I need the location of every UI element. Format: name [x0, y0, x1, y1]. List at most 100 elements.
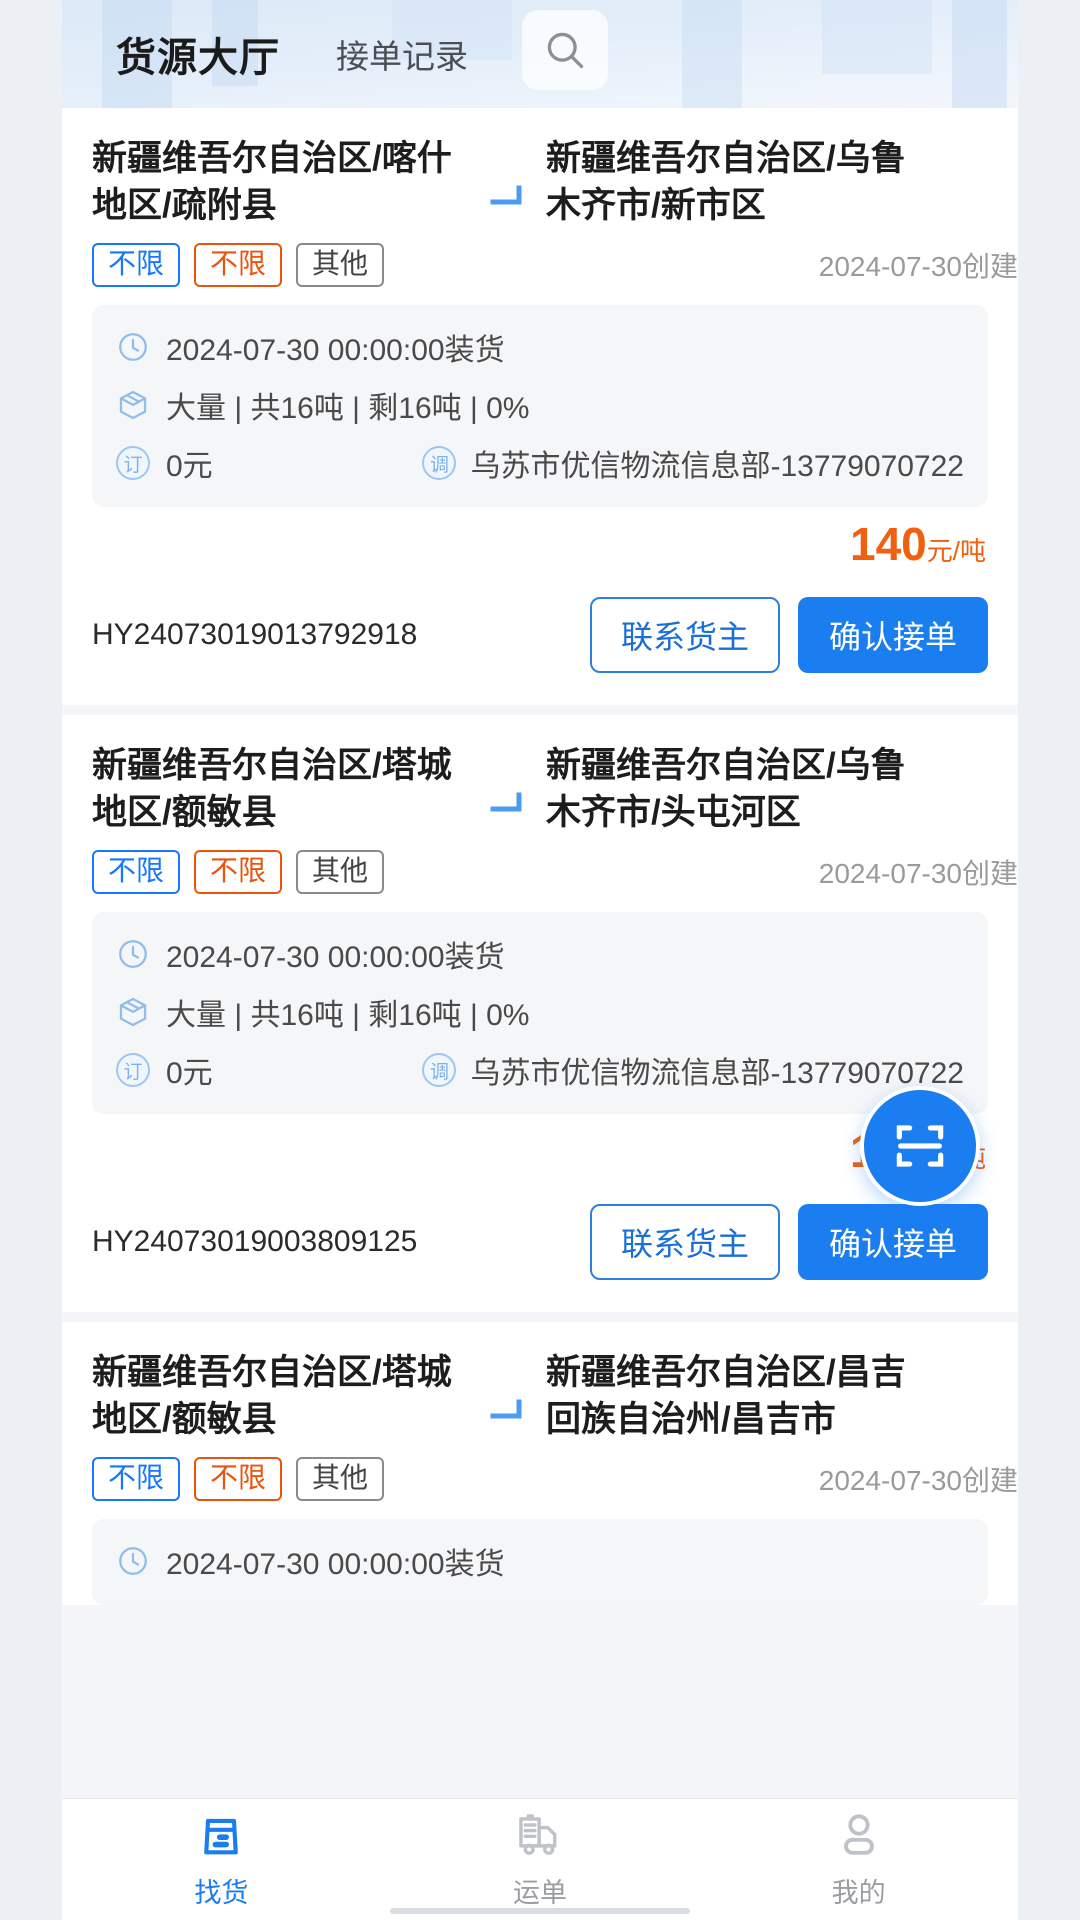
arrow-right-icon — [490, 185, 522, 205]
tag-row: 不限 不限 其他 2024-07-30创建 — [92, 243, 1018, 288]
cargo-card[interactable]: 新疆维吾尔自治区/塔城地区/额敏县 新疆维吾尔自治区/乌鲁木齐市/头屯河区 不限… — [62, 715, 1018, 1313]
dispatcher-icon: 调 — [422, 1053, 457, 1088]
action-row: HY24073019003809125 联系货主 确认接单 — [92, 1192, 988, 1312]
tab-mine-label: 我的 — [831, 1878, 886, 1908]
tab-find-cargo-label: 找货 — [194, 1878, 249, 1908]
load-time-line: 2024-07-30 00:00:00装货 — [116, 932, 964, 976]
load-time-text: 2024-07-30 00:00:00装货 — [166, 334, 505, 368]
tab-find-cargo[interactable]: 找货 — [62, 1809, 381, 1910]
arrow-right-icon — [490, 792, 522, 812]
user-icon — [843, 1814, 874, 1855]
route: 新疆维吾尔自治区/塔城地区/额敏县 新疆维吾尔自治区/乌鲁木齐市/头屯河区 — [92, 743, 988, 836]
cargo-info-box: 2024-07-30 00:00:00装货 大量 | 共16吨 | 剩16吨 |… — [92, 305, 988, 508]
search-icon — [547, 32, 584, 69]
tag-vehicle-type: 不限 — [92, 850, 181, 895]
clock-icon — [119, 1547, 147, 1576]
route-origin: 新疆维吾尔自治区/塔城地区/额敏县 — [92, 743, 472, 836]
order-number: HY24073019013792918 — [92, 618, 418, 652]
tab-cargo-hall[interactable]: 货源大厅 — [116, 25, 280, 83]
phone-screen: 货源大厅 接单记录 新疆维吾尔自治区/喀什地区/疏附县 新疆维吾尔自治区/乌鲁木… — [0, 0, 1080, 1920]
created-date: 2024-07-30创建 — [818, 1465, 1018, 1497]
page-left-rail — [0, 0, 62, 1920]
cargo-card-list[interactable]: 新疆维吾尔自治区/喀什地区/疏附县 新疆维吾尔自治区/乌鲁木齐市/新市区 不限 … — [62, 108, 1018, 1806]
route-origin: 新疆维吾尔自治区/喀什地区/疏附县 — [92, 136, 472, 229]
load-time-line: 2024-07-30 00:00:00装货 — [116, 1539, 964, 1583]
tag-cargo-type: 其他 — [296, 1457, 385, 1502]
arrow-right-icon — [490, 1399, 522, 1419]
tag-vehicle-length: 不限 — [194, 1457, 283, 1502]
cargo-line: 大量 | 共16吨 | 剩16吨 | 0% — [116, 383, 964, 427]
cargo-info-box: 2024-07-30 00:00:00装货 — [92, 1519, 988, 1606]
package-icon — [119, 998, 147, 1027]
origin-text: 新疆维吾尔自治区/塔城地区/额敏县 — [92, 1353, 452, 1439]
shipper-text: 乌苏市优信物流信息部-13779070722 — [470, 1057, 964, 1091]
box-find-icon — [204, 1818, 239, 1855]
clock-icon — [119, 940, 147, 969]
deposit-text: 0元 — [166, 450, 213, 484]
tab-order-records[interactable]: 接单记录 — [336, 30, 468, 78]
tab-waybill[interactable]: 运单 — [381, 1809, 700, 1910]
package-icon — [119, 390, 147, 420]
action-row: HY24073019013792918 联系货主 确认接单 — [92, 585, 988, 705]
bottom-tab-bar: 找货 运单 我的 — [62, 1798, 1018, 1920]
tag-row: 不限 不限 其他 2024-07-30创建 — [92, 850, 1018, 895]
load-time-text: 2024-07-30 00:00:00装货 — [166, 941, 505, 975]
tag-row: 不限 不限 其他 2024-07-30创建 — [92, 1457, 1018, 1502]
app-header: 货源大厅 接单记录 — [62, 0, 1018, 108]
deposit-icon: 订 — [116, 1053, 150, 1088]
tab-waybill-label: 运单 — [513, 1878, 567, 1908]
cargo-card[interactable]: 新疆维吾尔自治区/塔城地区/额敏县 新疆维吾尔自治区/昌吉回族自治州/昌吉市 不… — [62, 1322, 1018, 1606]
cargo-info-box: 2024-07-30 00:00:00装货 大量 | 共16吨 | 剩16吨 |… — [92, 912, 988, 1115]
origin-text: 新疆维吾尔自治区/塔城地区/额敏县 — [92, 746, 452, 832]
route: 新疆维吾尔自治区/塔城地区/额敏县 新疆维吾尔自治区/昌吉回族自治州/昌吉市 — [92, 1350, 988, 1443]
cargo-text: 大量 | 共16吨 | 剩16吨 | 0% — [166, 999, 530, 1033]
accept-order-button[interactable]: 确认接单 — [798, 1204, 988, 1281]
load-time-text: 2024-07-30 00:00:00装货 — [166, 1548, 505, 1582]
tag-vehicle-type: 不限 — [92, 1457, 181, 1502]
contact-shipper-button[interactable]: 联系货主 — [590, 597, 780, 674]
route: 新疆维吾尔自治区/喀什地区/疏附县 新疆维吾尔自治区/乌鲁木齐市/新市区 — [92, 136, 988, 229]
page-right-rail — [1018, 0, 1080, 1920]
price-row: 100元/吨 — [92, 1114, 988, 1192]
deposit-text: 0元 — [166, 1057, 213, 1091]
deposit-icon: 订 — [116, 446, 150, 481]
app-container: 货源大厅 接单记录 新疆维吾尔自治区/喀什地区/疏附县 新疆维吾尔自治区/乌鲁木… — [62, 0, 1018, 1920]
route-destination: 新疆维吾尔自治区/乌鲁木齐市/新市区 — [546, 136, 936, 229]
destination-text: 新疆维吾尔自治区/乌鲁木齐市/头屯河区 — [546, 746, 906, 832]
price-value: 140 — [850, 518, 927, 571]
destination-text: 新疆维吾尔自治区/昌吉回族自治州/昌吉市 — [546, 1353, 906, 1439]
truck-icon — [519, 1814, 557, 1855]
tag-vehicle-length: 不限 — [194, 243, 283, 288]
cargo-card[interactable]: 新疆维吾尔自治区/喀什地区/疏附县 新疆维吾尔自治区/乌鲁木齐市/新市区 不限 … — [62, 108, 1018, 706]
origin-text: 新疆维吾尔自治区/喀什地区/疏附县 — [92, 139, 452, 225]
contact-shipper-button[interactable]: 联系货主 — [590, 1204, 780, 1281]
created-date: 2024-07-30创建 — [818, 251, 1018, 283]
home-indicator — [390, 1908, 690, 1914]
clock-icon — [119, 333, 147, 361]
search-button[interactable] — [522, 10, 608, 90]
created-date: 2024-07-30创建 — [818, 858, 1018, 890]
route-arrow — [472, 136, 546, 210]
accept-order-button[interactable]: 确认接单 — [798, 597, 988, 674]
route-arrow — [472, 1350, 546, 1424]
scan-qr-icon — [896, 1125, 944, 1167]
route-origin: 新疆维吾尔自治区/塔城地区/额敏县 — [92, 1350, 472, 1443]
deposit-shipper-line: 订 0元 调 乌苏市优信物流信息部-13779070722 — [116, 441, 964, 485]
deposit-shipper-line: 订 0元 调 乌苏市优信物流信息部-13779070722 — [116, 1048, 964, 1092]
shipper-text: 乌苏市优信物流信息部-13779070722 — [470, 450, 964, 484]
route-arrow — [472, 743, 546, 817]
cargo-text: 大量 | 共16吨 | 剩16吨 | 0% — [166, 392, 530, 426]
route-destination: 新疆维吾尔自治区/乌鲁木齐市/头屯河区 — [546, 743, 936, 836]
tab-mine[interactable]: 我的 — [699, 1809, 1018, 1910]
destination-text: 新疆维吾尔自治区/乌鲁木齐市/新市区 — [546, 139, 906, 225]
order-number: HY24073019003809125 — [92, 1225, 418, 1259]
tag-vehicle-type: 不限 — [92, 243, 181, 288]
dispatcher-icon: 调 — [422, 446, 457, 481]
price: 140元/吨 — [850, 521, 986, 567]
tag-cargo-type: 其他 — [296, 243, 385, 288]
route-destination: 新疆维吾尔自治区/昌吉回族自治州/昌吉市 — [546, 1350, 936, 1443]
price-unit: 元/吨 — [926, 536, 986, 567]
cargo-line: 大量 | 共16吨 | 剩16吨 | 0% — [116, 990, 964, 1034]
scan-fab-button[interactable] — [860, 1086, 980, 1206]
price-row: 140元/吨 — [92, 507, 988, 585]
